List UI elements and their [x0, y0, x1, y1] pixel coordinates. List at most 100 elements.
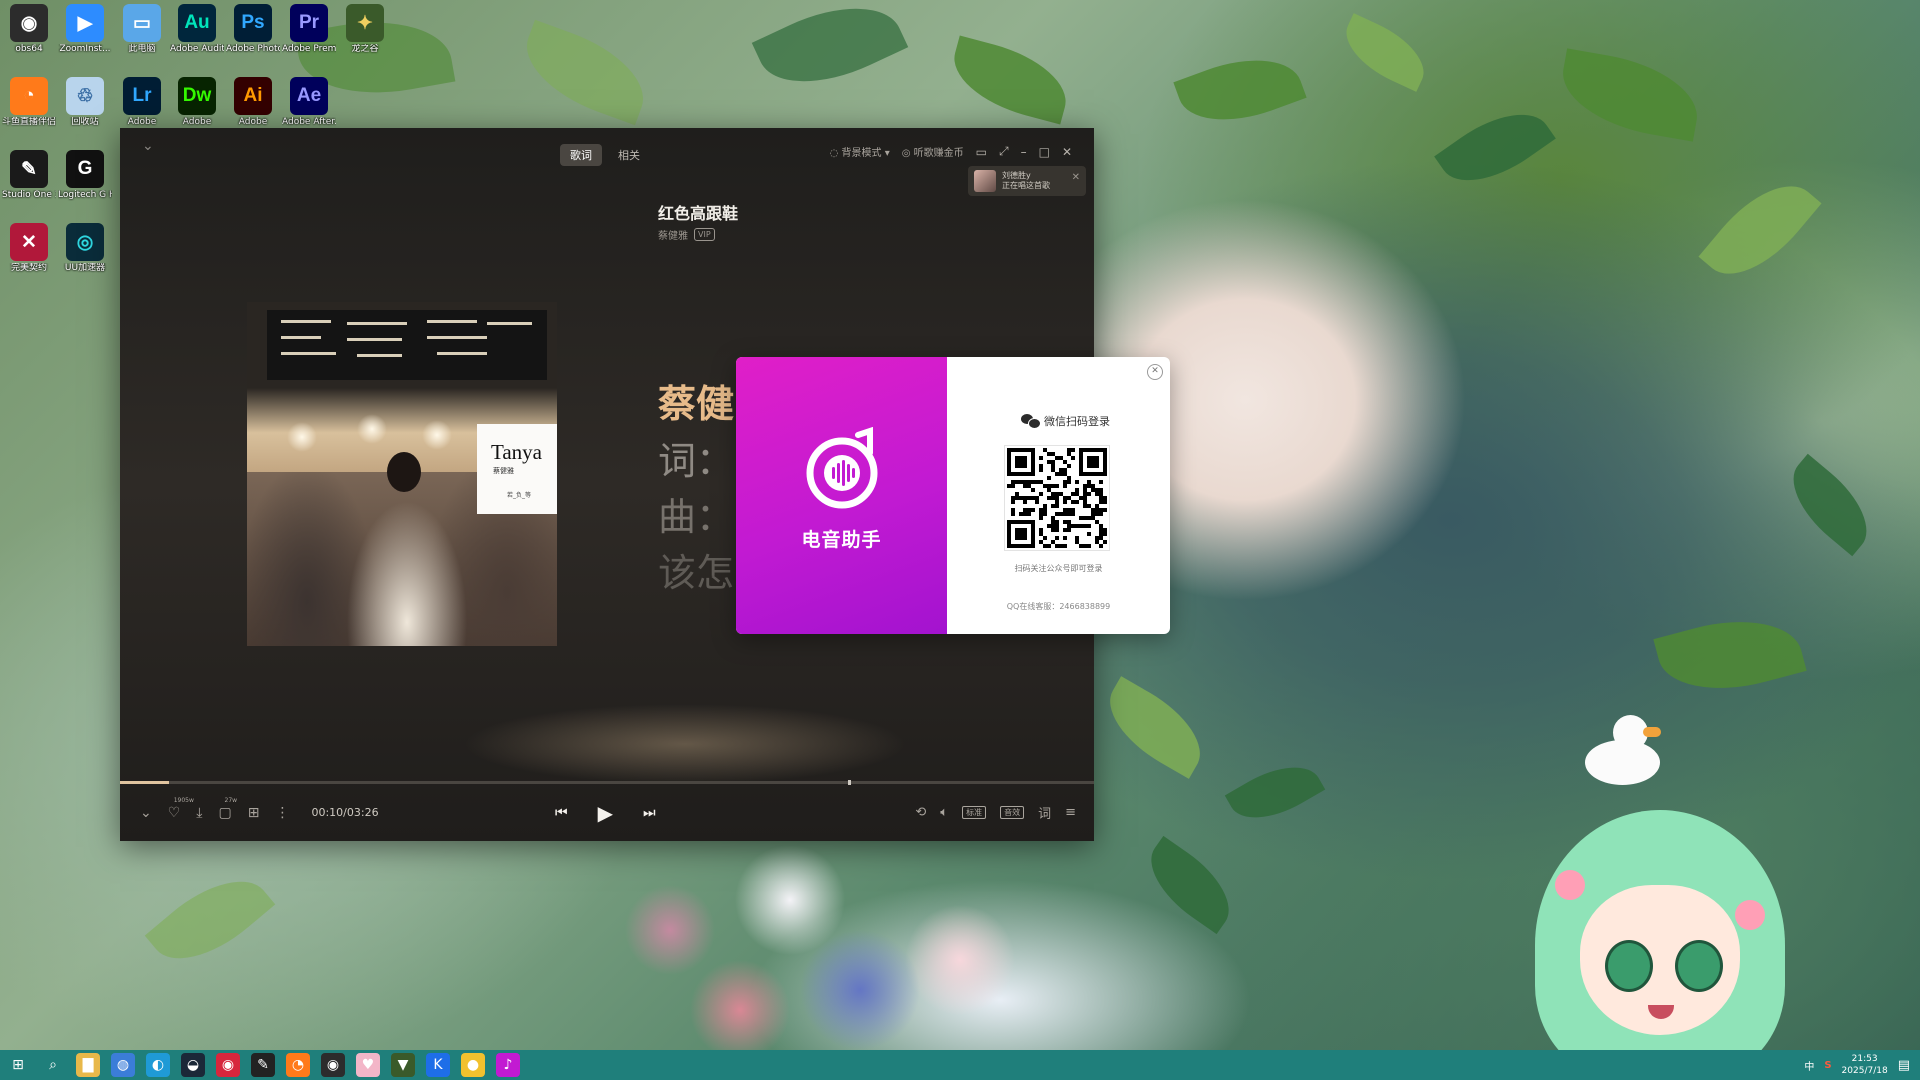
notification-text: 刘德胜y 正在唱这首歌: [1002, 171, 1050, 191]
app-icon: Pr: [290, 4, 328, 42]
qq-support-text[interactable]: QQ在线客服：2466838899: [947, 601, 1170, 612]
desktop-icon[interactable]: Au Adobe Auditi...: [170, 4, 224, 55]
chevron-down-icon[interactable]: ⌄: [140, 805, 152, 821]
clock[interactable]: 21:53 2025/7/18: [1842, 1053, 1888, 1077]
dialog-close-icon[interactable]: ✕: [1147, 364, 1163, 380]
earn-coins-label: 听歌赚金币: [913, 148, 964, 159]
play-icon[interactable]: ▶: [598, 801, 613, 825]
app-icon: ▭: [123, 4, 161, 42]
desktop-icon[interactable]: Ae Adobe After...: [282, 77, 336, 128]
taskbar-yellow-app-icon[interactable]: ●: [461, 1053, 485, 1077]
taskbar-douyu-icon[interactable]: ◔: [286, 1053, 310, 1077]
ime-indicator[interactable]: 中: [1804, 1058, 1814, 1073]
app-icon: ◎: [66, 223, 104, 261]
minimize-icon[interactable]: –: [1021, 145, 1027, 159]
previous-track-icon[interactable]: ⏮: [555, 805, 568, 821]
desktop-icon-label: 此电脑: [128, 44, 156, 54]
taskbar-studio-one-icon[interactable]: ✎: [251, 1053, 275, 1077]
app-icon: Dw: [178, 77, 216, 115]
tab-related[interactable]: 相关: [608, 144, 650, 166]
taskbar-browser-icon[interactable]: ◍: [111, 1053, 135, 1077]
taskbar-photo-app-icon[interactable]: ♥: [356, 1053, 380, 1077]
desktop-icon[interactable]: ▶ ZoomInst...: [58, 4, 112, 55]
system-tray: 中 S 21:53 2025/7/18 ▤: [1804, 1050, 1910, 1080]
desktop-icon-label: 完美契约: [10, 263, 47, 273]
playlist-icon[interactable]: ≡: [1065, 805, 1076, 820]
volume-icon[interactable]: 🔈︎: [940, 805, 948, 820]
notification-status: 正在唱这首歌: [1002, 181, 1050, 190]
album-title-card: Tanya 蔡健雅 若_负_等: [477, 424, 557, 514]
vtuber-avatar: [1535, 790, 1785, 1080]
more-icon[interactable]: ⋮: [275, 805, 289, 821]
like-button[interactable]: ♡ 1905w: [168, 797, 194, 821]
taskbar-search-icon[interactable]: ⌕: [41, 1053, 65, 1077]
desktop-icon[interactable]: ◉ obs64: [2, 4, 56, 55]
avatar: [974, 170, 996, 192]
album-cover: Tanya 蔡健雅 若_负_等: [247, 302, 557, 646]
desktop-icon[interactable]: ◎ UU加速器: [58, 223, 112, 274]
desktop-icon[interactable]: Ai Adobe: [226, 77, 280, 128]
playback-controls: ⌄ ♡ 1905w ⤓ ▢ 27w ⊞ ⋮ 00:10/03:26 ⏮ ▶ ⏭ ⟲ …: [120, 784, 1094, 841]
song-artist-row: 蔡健雅 VIP: [658, 227, 715, 242]
mini-mode-icon[interactable]: ▭: [976, 145, 987, 159]
taskbar-steam-icon[interactable]: ◒: [181, 1053, 205, 1077]
download-icon[interactable]: ⤓: [196, 805, 202, 821]
desktop-icon-label: Adobe: [238, 117, 268, 127]
close-icon[interactable]: ✕: [1062, 145, 1072, 159]
vip-badge: VIP: [694, 228, 715, 241]
notification-close-icon[interactable]: ✕: [1072, 172, 1080, 183]
sogou-icon[interactable]: S: [1824, 1060, 1831, 1071]
taskbar-start-icon[interactable]: ⊞: [6, 1053, 30, 1077]
desktop-lyrics-button[interactable]: 词: [1038, 803, 1051, 822]
taskbar-obs-icon[interactable]: ◉: [321, 1053, 345, 1077]
add-to-playlist-icon[interactable]: ⊞: [248, 805, 260, 821]
maximize-icon[interactable]: □: [1039, 145, 1050, 159]
collapse-icon[interactable]: ⌄: [142, 138, 154, 154]
app-icon: ✎: [10, 150, 48, 188]
earn-coins-button[interactable]: ◎ 听歌赚金币: [902, 144, 964, 159]
taskbar-game-icon[interactable]: ▼: [391, 1053, 415, 1077]
quality-button[interactable]: 标准: [962, 806, 987, 819]
app-icon: ✦: [346, 4, 384, 42]
app-icon: ♲: [66, 77, 104, 115]
desktop-icon[interactable]: ✕ 完美契约: [2, 223, 56, 274]
taskbar-edge-icon[interactable]: ◐: [146, 1053, 170, 1077]
desktop-icon[interactable]: Ps Adobe Photosh...: [226, 4, 280, 55]
taskbar-kugou-icon[interactable]: K: [426, 1053, 450, 1077]
desktop-icon[interactable]: Pr Adobe Premie...: [282, 4, 336, 55]
desktop-icon[interactable]: G Logitech G HUB: [58, 150, 112, 201]
player-tabs: 歌词 相关: [560, 144, 650, 166]
brand-name: 电音助手: [801, 529, 882, 551]
taskbar: ⊞ ⌕ ▇ ◍ ◐ ◒ ◉ ✎ ◔ ◉ ♥ ▼ K ● ♪ 中 S 21:53 2025/7/18 ▤: [0, 1050, 1920, 1080]
app-icon: ◔: [10, 77, 48, 115]
desktop-icon-label: UU加速器: [64, 263, 106, 273]
taskbar-netease-music-icon[interactable]: ◉: [216, 1053, 240, 1077]
desktop-icon[interactable]: Lr Adobe: [115, 77, 169, 128]
notification-center-icon[interactable]: ▤: [1898, 1058, 1910, 1073]
desktop-icon[interactable]: ▭ 此电脑: [115, 4, 169, 55]
background-mode-button[interactable]: ◌ 背景模式 ▾: [830, 144, 890, 159]
app-logo-icon: [806, 427, 878, 509]
desktop-icon[interactable]: Dw Adobe: [170, 77, 224, 128]
desktop-icon[interactable]: ✦ 龙之谷: [338, 4, 392, 55]
desktop-icon[interactable]: ✎ Studio One 3: [2, 150, 56, 201]
desktop-icon[interactable]: ♲ 回收站: [58, 77, 112, 128]
qr-code: [1004, 445, 1110, 551]
singing-notification[interactable]: 刘德胜y 正在唱这首歌 ✕: [968, 166, 1086, 196]
wechat-icon: [1021, 414, 1041, 429]
app-icon: ✕: [10, 223, 48, 261]
repeat-icon[interactable]: ⟲: [915, 805, 926, 820]
desktop-icon-label: 龙之谷: [351, 44, 379, 54]
fullscreen-icon[interactable]: ⤢: [999, 144, 1009, 159]
song-artist[interactable]: 蔡健雅: [658, 227, 688, 242]
background-mode-label: 背景模式: [841, 148, 882, 159]
duck-mascot: [1585, 715, 1661, 785]
desktop-icon[interactable]: ◔ 斗鱼直播伴侣: [2, 77, 56, 128]
clock-time: 21:53: [1851, 1054, 1878, 1064]
taskbar-file-explorer-icon[interactable]: ▇: [76, 1053, 100, 1077]
sound-effect-button[interactable]: 音效: [1000, 806, 1025, 819]
tab-lyrics[interactable]: 歌词: [560, 144, 602, 166]
next-track-icon[interactable]: ⏭: [643, 805, 656, 821]
taskbar-dianyin-assistant-icon[interactable]: ♪: [496, 1053, 520, 1077]
comment-button[interactable]: ▢ 27w: [219, 797, 238, 821]
